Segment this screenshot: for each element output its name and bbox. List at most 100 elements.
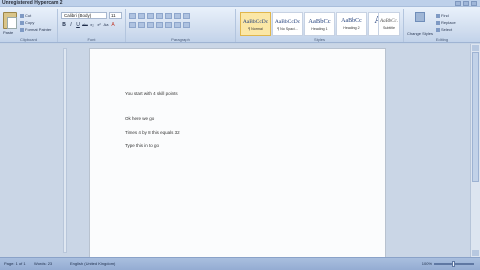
copy-button[interactable]: Copy bbox=[20, 20, 34, 25]
shading-icon[interactable] bbox=[174, 22, 181, 28]
editing-group-label: Editing bbox=[435, 37, 449, 42]
format-painter-button[interactable]: Format Painter bbox=[20, 27, 51, 32]
select-icon bbox=[436, 27, 440, 32]
word-count[interactable]: Words: 23 bbox=[34, 261, 52, 266]
clipboard-group-label: Clipboard bbox=[19, 37, 38, 42]
font-group: Calibri (Body) 11 B I U abc x₂ x² Aa A F… bbox=[58, 9, 126, 42]
cut-button[interactable]: Cut bbox=[20, 13, 31, 18]
style-name: ¶ Normal bbox=[248, 27, 263, 31]
language-indicator[interactable]: English (United Kingdom) bbox=[70, 261, 115, 266]
zoom-slider[interactable] bbox=[434, 260, 474, 267]
replace-button[interactable]: Replace bbox=[436, 20, 456, 25]
binoculars-icon bbox=[436, 13, 440, 18]
window-title: Unregistered Hypercam 2 bbox=[2, 0, 63, 6]
find-label: Find bbox=[441, 13, 449, 18]
change-case-button[interactable]: Aa bbox=[103, 22, 109, 28]
scroll-thumb[interactable] bbox=[472, 52, 479, 182]
maximize-icon[interactable] bbox=[463, 1, 469, 6]
style-no-spacing[interactable]: AaBbCcDc ¶ No Spaci... bbox=[272, 12, 303, 36]
change-styles-label: Change Styles bbox=[406, 31, 433, 36]
align-center-icon[interactable] bbox=[138, 22, 145, 28]
font-color-button[interactable]: A bbox=[110, 22, 116, 28]
select-label: Select bbox=[441, 27, 453, 32]
vertical-scrollbar[interactable] bbox=[470, 44, 480, 257]
strikethrough-button[interactable]: abc bbox=[82, 22, 88, 28]
zoom-control[interactable]: 100% bbox=[421, 260, 474, 267]
document-line[interactable]: Ok here we go bbox=[125, 116, 154, 121]
document-line[interactable]: Times 4 by 8 this equals 32 bbox=[125, 130, 180, 135]
numbering-icon[interactable] bbox=[138, 13, 145, 19]
font-group-label: Font bbox=[87, 37, 96, 42]
style-sample: AaBbCc. bbox=[380, 19, 398, 24]
scroll-down-icon[interactable] bbox=[472, 250, 479, 256]
vertical-ruler bbox=[63, 48, 67, 253]
document-line[interactable]: Type this in to go bbox=[125, 143, 159, 148]
font-size-select[interactable]: 11 bbox=[109, 12, 122, 19]
status-bar: Page: 1 of 1 Words: 23 English (United K… bbox=[0, 257, 480, 270]
style-name: Heading 1 bbox=[311, 27, 328, 31]
ribbon: Paste Cut Copy Format Painter Clipboard … bbox=[0, 7, 480, 43]
minimize-icon[interactable] bbox=[455, 1, 461, 6]
styles-group-label: Styles bbox=[314, 37, 325, 42]
subscript-button[interactable]: x₂ bbox=[89, 22, 95, 28]
change-styles-button[interactable]: Change Styles bbox=[406, 12, 434, 38]
align-left-icon[interactable] bbox=[129, 22, 136, 28]
paste-button[interactable]: Paste bbox=[3, 30, 13, 35]
show-marks-icon[interactable] bbox=[183, 13, 190, 19]
style-sample: AaBbCcDc bbox=[274, 19, 301, 25]
paragraph-row-1 bbox=[129, 13, 190, 19]
select-button[interactable]: Select bbox=[436, 27, 452, 32]
zoom-level: 100% bbox=[421, 261, 432, 266]
scroll-up-icon[interactable] bbox=[472, 45, 479, 51]
scissors-icon bbox=[20, 13, 24, 18]
multilevel-list-icon[interactable] bbox=[147, 13, 154, 19]
paste-icon[interactable] bbox=[3, 12, 17, 29]
style-heading-1[interactable]: AaBbCc Heading 1 bbox=[304, 12, 335, 36]
italic-button[interactable]: I bbox=[68, 22, 74, 28]
align-right-icon[interactable] bbox=[147, 22, 154, 28]
paragraph-row-2 bbox=[129, 22, 190, 28]
style-name: ¶ No Spaci... bbox=[277, 27, 298, 31]
style-sample: AaBbCc bbox=[308, 18, 331, 25]
change-styles-icon bbox=[415, 12, 425, 22]
line-spacing-icon[interactable] bbox=[165, 22, 172, 28]
style-name: Subtitle bbox=[383, 26, 395, 30]
close-icon[interactable] bbox=[471, 1, 477, 6]
cut-label: Cut bbox=[25, 13, 32, 18]
underline-button[interactable]: U bbox=[75, 22, 81, 28]
find-button[interactable]: Find bbox=[436, 13, 449, 18]
font-format-row: B I U abc x₂ x² Aa A bbox=[61, 22, 116, 28]
style-sample: AaBbCcDc bbox=[242, 19, 269, 25]
clipboard-group: Paste Cut Copy Format Painter Clipboard bbox=[0, 9, 58, 42]
title-bar: Unregistered Hypercam 2 bbox=[0, 0, 480, 7]
justify-icon[interactable] bbox=[156, 22, 163, 28]
style-subtitle[interactable]: AaBbCc. Subtitle bbox=[378, 12, 400, 36]
borders-icon[interactable] bbox=[183, 22, 190, 28]
format-painter-label: Format Painter bbox=[25, 27, 52, 32]
sort-icon[interactable] bbox=[174, 13, 181, 19]
style-sample: AaBbCc bbox=[341, 18, 362, 24]
brush-icon bbox=[20, 27, 24, 32]
style-name: Heading 2 bbox=[343, 26, 360, 30]
page-count[interactable]: Page: 1 of 1 bbox=[4, 261, 26, 266]
decrease-indent-icon[interactable] bbox=[156, 13, 163, 19]
paragraph-group: Paragraph bbox=[126, 9, 236, 42]
copy-label: Copy bbox=[25, 20, 35, 25]
replace-icon bbox=[436, 20, 440, 25]
style-normal[interactable]: AaBbCcDc ¶ Normal bbox=[240, 12, 271, 36]
editing-group: Change Styles Find Replace Select Editin… bbox=[404, 9, 480, 42]
bullets-icon[interactable] bbox=[129, 13, 136, 19]
font-name-select[interactable]: Calibri (Body) bbox=[61, 12, 107, 19]
replace-label: Replace bbox=[441, 20, 456, 25]
superscript-button[interactable]: x² bbox=[96, 22, 102, 28]
document-line[interactable]: You start with 4 skill points bbox=[125, 91, 178, 96]
document-area: You start with 4 skill points Ok here we… bbox=[0, 44, 470, 262]
bold-button[interactable]: B bbox=[61, 22, 67, 28]
style-heading-2[interactable]: AaBbCc Heading 2 bbox=[336, 12, 367, 36]
paragraph-group-label: Paragraph bbox=[171, 37, 190, 42]
copy-icon bbox=[20, 20, 24, 25]
zoom-slider-knob[interactable] bbox=[452, 260, 455, 267]
window-controls bbox=[455, 1, 477, 6]
document-page[interactable]: You start with 4 skill points Ok here we… bbox=[89, 48, 386, 262]
increase-indent-icon[interactable] bbox=[165, 13, 172, 19]
